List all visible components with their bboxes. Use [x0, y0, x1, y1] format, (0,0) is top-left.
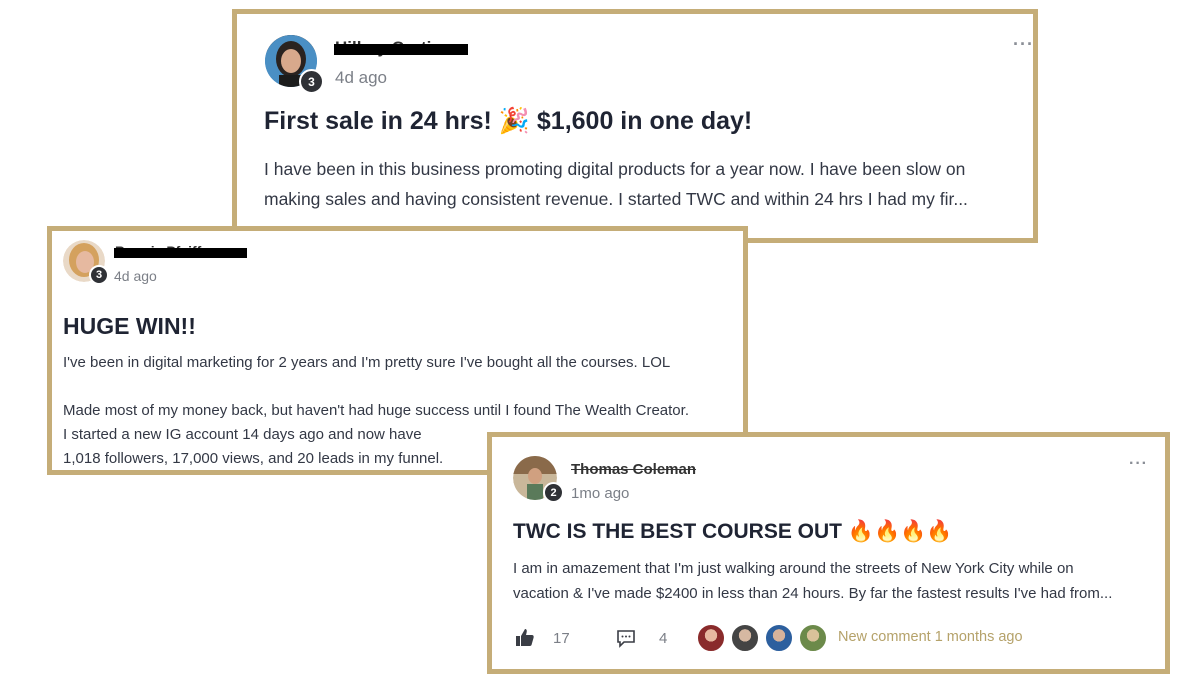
level-badge: 2 — [543, 482, 564, 503]
avatar[interactable] — [799, 624, 827, 652]
post-time: 1mo ago — [571, 485, 630, 502]
like-count: 17 — [553, 629, 570, 647]
name-redaction-bar — [334, 44, 468, 55]
post-title[interactable]: TWC IS THE BEST COURSE OUT 🔥🔥🔥🔥 — [513, 520, 952, 544]
post-title[interactable]: HUGE WIN!! — [63, 313, 196, 340]
post-time: 4d ago — [335, 68, 387, 87]
post-body-line: making sales and having consistent reven… — [264, 189, 968, 209]
new-comment-link[interactable]: New comment 1 months ago — [838, 629, 1023, 645]
post-time: 4d ago — [114, 268, 157, 284]
author-name[interactable]: Thomas Coleman — [571, 461, 696, 478]
post-card-3[interactable]: 2 Thomas Coleman 1mo ago ··· TWC IS THE … — [487, 432, 1170, 674]
post-body-line: I've been in digital marketing for 2 yea… — [63, 354, 671, 371]
post-body-line: vacation & I've made $2400 in less than … — [513, 585, 1113, 602]
like-button[interactable]: 17 — [515, 628, 570, 648]
post-card-1[interactable]: 3 Hillary Cortivo 4d ago ··· First sale … — [232, 9, 1038, 243]
thumbs-up-icon — [516, 629, 534, 646]
avatar[interactable] — [765, 624, 793, 652]
post-body-line: I have been in this business promoting d… — [264, 159, 966, 179]
post-body-line: 1,018 followers, 17,000 views, and 20 le… — [63, 450, 444, 467]
post-body-line: Made most of my money back, but haven't … — [63, 402, 689, 419]
comment-icon — [617, 630, 635, 648]
level-badge: 3 — [299, 69, 324, 94]
commenter-avatars[interactable] — [697, 624, 833, 652]
comment-count: 4 — [659, 629, 668, 647]
level-badge: 3 — [89, 265, 109, 285]
comment-button[interactable]: 4 — [616, 628, 667, 648]
avatar[interactable] — [731, 624, 759, 652]
avatar[interactable] — [697, 624, 725, 652]
post-title[interactable]: First sale in 24 hrs! 🎉 $1,600 in one da… — [264, 107, 752, 136]
name-redaction-bar — [114, 248, 247, 258]
post-body-line: I am in amazement that I'm just walking … — [513, 560, 1074, 577]
post-body-line: I started a new IG account 14 days ago a… — [63, 426, 422, 443]
more-options-icon[interactable]: ··· — [1129, 455, 1148, 473]
more-options-icon[interactable]: ··· — [1013, 34, 1034, 55]
